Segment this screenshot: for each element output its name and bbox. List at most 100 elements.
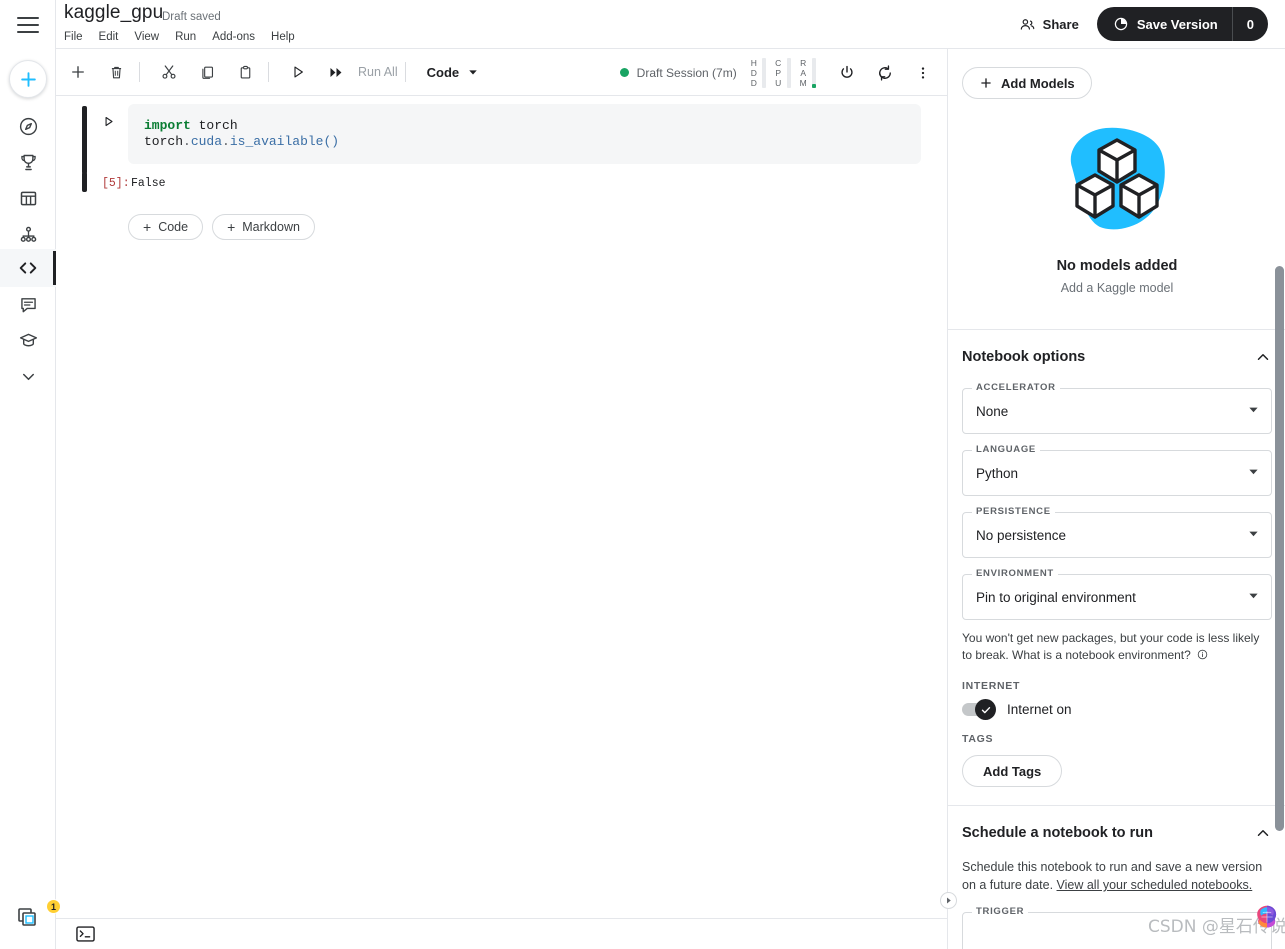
hamburger-menu-icon[interactable] [17, 17, 39, 33]
power-button[interactable] [831, 57, 863, 89]
models-empty-subtitle[interactable]: Add a Kaggle model [948, 281, 1285, 295]
console-button[interactable] [76, 926, 95, 942]
scheduled-notebooks-link[interactable]: View all your scheduled notebooks. [1057, 878, 1253, 892]
cell-type-dropdown[interactable]: Code [427, 65, 479, 80]
code-token: torch [144, 134, 184, 149]
caret-down-icon [1248, 402, 1259, 420]
code-token: . [183, 134, 191, 149]
notebook-options-header[interactable]: Notebook options [948, 330, 1285, 372]
plus-icon [981, 78, 991, 88]
gauge-hdd-l1: H [750, 57, 758, 68]
menu-view[interactable]: View [134, 31, 159, 43]
internet-toggle[interactable] [962, 699, 996, 720]
collapse-schedule-button[interactable] [1254, 824, 1272, 842]
sidebar-item-learn[interactable] [0, 321, 56, 359]
plus-icon: + [227, 219, 236, 235]
menu-edit[interactable]: Edit [99, 31, 119, 43]
sidebar-item-competitions[interactable] [0, 143, 56, 181]
code-editor[interactable]: import torch torch.cuda.is_available() [128, 104, 921, 164]
schedule-header[interactable]: Schedule a notebook to run [948, 806, 1285, 848]
collapse-notebook-options-button[interactable] [1254, 348, 1272, 366]
people-icon [1020, 18, 1034, 30]
gauge-cpu[interactable]: C P U [775, 57, 797, 88]
run-all-button[interactable] [320, 56, 352, 88]
menu-addons[interactable]: Add-ons [212, 31, 255, 43]
cut-button[interactable] [153, 56, 185, 88]
language-legend: LANGUAGE [972, 444, 1040, 455]
sidebar-item-models[interactable] [0, 215, 56, 253]
code-token: is_available [229, 134, 324, 149]
gauge-cpu-l1: C [775, 57, 782, 68]
gauge-ram[interactable]: R A M [800, 57, 823, 88]
table-icon [20, 191, 36, 205]
session-status-area: Draft Session (7m) H D D C P U R A M [619, 49, 939, 96]
share-button[interactable]: Share [1019, 16, 1079, 33]
language-select[interactable]: LANGUAGE Python [962, 444, 1272, 496]
toolbar-divider [139, 62, 140, 82]
tags-label: TAGS [962, 733, 994, 745]
sidebar-item-discussions[interactable] [0, 285, 56, 323]
internet-toggle-label: Internet on [1007, 702, 1072, 717]
accelerator-select[interactable]: ACCELERATOR None [962, 382, 1272, 434]
restart-button[interactable] [869, 57, 901, 89]
delete-cell-button[interactable] [100, 56, 132, 88]
session-status-label[interactable]: Draft Session (7m) [637, 66, 737, 80]
info-icon[interactable] [1194, 648, 1208, 662]
add-cell-actions: + Code + Markdown [128, 214, 947, 240]
play-icon [294, 66, 303, 78]
add-tags-button[interactable]: Add Tags [962, 755, 1063, 787]
add-code-button[interactable]: + Code [128, 214, 204, 240]
sidebar-item-code[interactable] [0, 249, 56, 287]
paste-button[interactable] [229, 56, 261, 88]
code-token: cuda [190, 134, 223, 149]
code-token: . [222, 134, 230, 149]
active-sessions-button[interactable]: 1 [0, 899, 61, 935]
add-models-button[interactable]: Add Models [962, 67, 1092, 99]
notebook-canvas[interactable]: import torch torch.cuda.is_available() [… [56, 96, 947, 918]
persistence-select[interactable]: PERSISTENCE No persistence [962, 506, 1272, 558]
code-line-2: torch.cuda.is_available() [144, 134, 905, 150]
session-more-menu[interactable] [907, 57, 939, 89]
cell-selection-bar [82, 106, 87, 174]
plus-icon: + [143, 219, 152, 235]
plus-icon [72, 66, 84, 78]
internet-toggle-row[interactable]: Internet on [962, 699, 1272, 720]
models-empty-state: No models added Add a Kaggle model [948, 99, 1285, 329]
menu-help[interactable]: Help [271, 31, 295, 43]
version-count: 0 [1231, 7, 1268, 41]
right-panel-scrollbar[interactable] [1275, 266, 1284, 831]
accelerator-legend: ACCELERATOR [972, 382, 1060, 393]
insert-cell-button[interactable] [62, 56, 94, 88]
session-count-badge: 1 [46, 899, 61, 914]
copy-button[interactable] [191, 56, 223, 88]
trigger-select[interactable]: TRIGGER [962, 906, 1272, 949]
menu-run[interactable]: Run [175, 31, 196, 43]
gauge-hdd[interactable]: H D D [750, 57, 773, 88]
run-cell-button[interactable] [282, 56, 314, 88]
environment-select[interactable]: ENVIRONMENT Pin to original environment [962, 568, 1272, 620]
chevron-up-icon [1257, 830, 1269, 836]
cell-run-button[interactable] [102, 115, 115, 133]
toolbar-divider [268, 62, 269, 82]
accelerator-value: None [976, 403, 1009, 419]
gauge-ram-bar [812, 57, 816, 88]
save-version-button[interactable]: Save Version 0 [1096, 7, 1268, 41]
environment-legend: ENVIRONMENT [972, 568, 1058, 579]
menu-file[interactable]: File [64, 31, 83, 43]
page-title[interactable]: kaggle_gpu [64, 2, 163, 24]
sidebar-item-home[interactable] [0, 107, 56, 145]
run-all-label[interactable]: Run All [358, 65, 398, 79]
collapse-panel-button[interactable] [940, 892, 957, 909]
session-status-dot [619, 68, 629, 77]
global-sidebar: 1 [0, 0, 61, 949]
environment-note: You won't get new packages, but your cod… [962, 630, 1272, 664]
notebook-cell[interactable]: import torch torch.cuda.is_available() [56, 104, 947, 174]
add-markdown-button[interactable]: + Markdown [212, 214, 315, 240]
output-value: False [131, 177, 166, 190]
internet-label: INTERNET [962, 680, 1021, 692]
sidebar-item-more[interactable] [0, 357, 56, 395]
gauge-hdd-l2: D [750, 67, 758, 78]
output-prompt: [5]: [102, 177, 130, 190]
sidebar-item-datasets[interactable] [0, 179, 56, 217]
create-button[interactable] [9, 60, 47, 98]
